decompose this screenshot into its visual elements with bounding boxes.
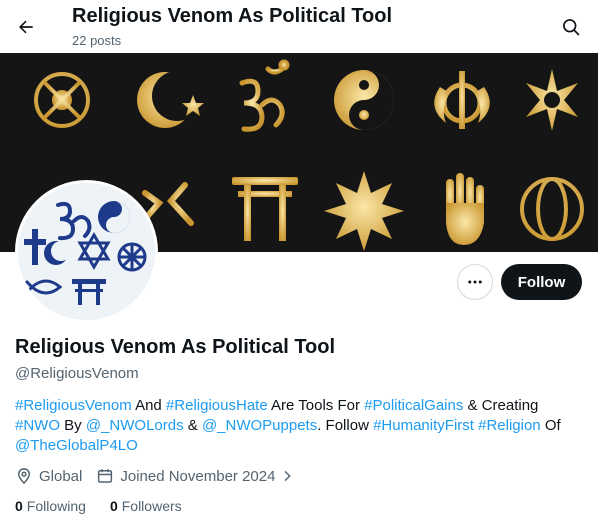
search-button[interactable] xyxy=(558,14,584,40)
sun-star-symbol xyxy=(324,171,404,251)
profile-handle: @ReligiousVenom xyxy=(15,365,139,382)
hashtag-link[interactable]: #HumanityFirst xyxy=(373,417,474,434)
profile-stats: 0 Following 0 Followers xyxy=(15,498,206,514)
mention-link[interactable]: @_NWOPuppets xyxy=(202,417,317,434)
followers-count: 0 xyxy=(109,498,118,514)
following-count: 0 xyxy=(15,498,23,514)
follow-button[interactable]: Follow xyxy=(501,264,582,300)
arrow-left-icon xyxy=(19,20,33,34)
yin-yang-symbol xyxy=(334,70,394,130)
more-options-button[interactable] xyxy=(457,264,493,300)
yin-yang-mark xyxy=(98,201,130,233)
joined-item[interactable]: Joined November 2024 xyxy=(96,467,301,485)
profile-meta: Global Joined November 2024 xyxy=(15,466,315,486)
mention-link[interactable]: @TheGlobalP4LO xyxy=(15,437,138,454)
followers-label: Followers xyxy=(121,498,182,514)
calendar-icon xyxy=(98,469,113,483)
hashtag-link[interactable]: #NWO xyxy=(15,417,60,434)
bio-text: Are Tools For xyxy=(267,397,365,414)
more-horizontal-icon xyxy=(468,280,482,284)
globe-symbol xyxy=(520,177,584,241)
dharma-wheel-symbol xyxy=(34,72,90,128)
following-link[interactable]: 0 Following xyxy=(15,498,86,514)
profile-bio: #ReligiousVenom And #ReligiousHate Are T… xyxy=(15,396,583,456)
header-title: Religious Venom As Political Tool xyxy=(72,5,393,27)
location-text: Global xyxy=(39,467,83,485)
following-label: Following xyxy=(26,498,86,514)
avatar-image xyxy=(18,183,155,320)
profile-name: Religious Venom As Political Tool xyxy=(15,336,336,358)
location-pin-icon xyxy=(17,468,31,485)
profile-header-bar: Religious Venom As Political Tool 22 pos… xyxy=(0,0,598,53)
bio-text: & Creating xyxy=(463,397,539,414)
bio-text: & xyxy=(183,417,202,434)
hashtag-link[interactable]: #Religion xyxy=(478,417,541,434)
location-item: Global xyxy=(15,467,82,485)
back-button[interactable] xyxy=(10,11,42,43)
hashtag-link[interactable]: #ReligiousVenom xyxy=(15,397,132,414)
chevron-right-icon xyxy=(284,470,292,482)
mention-link[interactable]: @_NWOLords xyxy=(86,417,184,434)
hashtag-link[interactable]: #ReligiousHate xyxy=(166,397,268,414)
bio-text: Of xyxy=(540,417,561,434)
hashtag-link[interactable]: #PoliticalGains xyxy=(364,397,463,414)
search-icon xyxy=(563,19,580,36)
bio-text: . Follow xyxy=(317,417,374,434)
post-count: 22 posts xyxy=(72,33,122,48)
joined-text: Joined November 2024 xyxy=(120,467,276,485)
dharma-wheel-mark xyxy=(117,242,147,272)
bio-text: By xyxy=(60,417,86,434)
followers-link[interactable]: 0 Followers xyxy=(110,498,182,514)
bio-text: And xyxy=(131,397,166,414)
avatar[interactable] xyxy=(15,180,158,323)
